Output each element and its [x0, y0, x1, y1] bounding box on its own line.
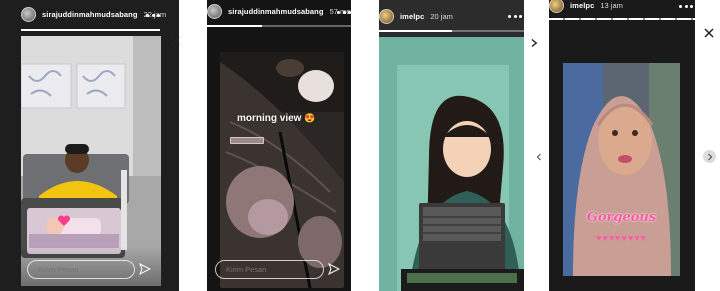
sticker-text: morning view: [237, 113, 302, 124]
story-photo: [220, 52, 344, 288]
story-media[interactable]: [379, 37, 524, 291]
more-options-icon[interactable]: [508, 10, 522, 22]
story-progress-bar: [207, 25, 351, 27]
more-options-icon[interactable]: [679, 0, 693, 12]
reply-input[interactable]: [27, 260, 135, 279]
chevron-right-icon[interactable]: [531, 38, 538, 48]
story-photo: [563, 63, 680, 276]
story-username[interactable]: sirajuddinmahmudsabang: [42, 10, 138, 19]
story-timestamp: 13 jam: [600, 1, 623, 10]
more-options-icon[interactable]: [337, 6, 351, 18]
story-sticker-text: Gorgeous: [563, 210, 680, 225]
story-media[interactable]: [21, 36, 161, 286]
send-icon[interactable]: [139, 263, 151, 275]
emoji-sticker: 😍: [304, 113, 316, 123]
avatar[interactable]: [207, 4, 222, 19]
story-media[interactable]: Gorgeous ♥♥♥♥♥♥♥♥: [563, 63, 680, 276]
story-card-3[interactable]: imelpc 20 jam: [379, 0, 524, 291]
close-icon[interactable]: [169, 35, 181, 47]
chevron-left-icon[interactable]: [532, 150, 545, 163]
story-timestamp: 20 jam: [430, 12, 453, 21]
avatar[interactable]: [549, 0, 564, 13]
story-photo: [379, 37, 524, 291]
reply-input[interactable]: [215, 260, 324, 279]
avatar[interactable]: [379, 9, 394, 24]
story-sticker-text: morning view 😍: [237, 113, 315, 124]
hearts-text: ♥♥♥♥♥♥♥♥: [596, 233, 647, 243]
location-sticker: [230, 137, 264, 144]
story-header: imelpc 13 jam: [549, 0, 695, 13]
story-media[interactable]: morning view 😍: [220, 52, 344, 288]
chevron-right-icon[interactable]: [703, 150, 716, 163]
story-card-2[interactable]: sirajuddinmahmudsabang 57 menit morning …: [207, 0, 351, 291]
story-username[interactable]: sirajuddinmahmudsabang: [228, 7, 324, 16]
story-header: sirajuddinmahmudsabang 57 menit: [207, 4, 351, 19]
send-icon[interactable]: [328, 263, 340, 275]
story-progress-bar: [379, 30, 524, 32]
story-header: imelpc 20 jam: [379, 9, 524, 24]
story-progress-bar: [549, 18, 695, 20]
story-progress-bar: [21, 29, 160, 31]
hearts-sticker: ♥♥♥♥♥♥♥♥: [563, 233, 680, 243]
close-icon[interactable]: [703, 27, 715, 39]
story-card-1[interactable]: sirajuddinmahmudsabang 22 jam: [0, 0, 179, 291]
avatar[interactable]: [21, 7, 36, 22]
story-username[interactable]: imelpc: [400, 12, 424, 21]
story-card-4[interactable]: imelpc 13 jam Gorgeous ♥♥♥♥♥♥♥♥: [549, 0, 695, 291]
story-username[interactable]: imelpc: [570, 1, 594, 10]
sticker-text: Gorgeous: [586, 210, 657, 225]
more-options-icon[interactable]: [146, 9, 160, 21]
heart-sticker: [57, 215, 71, 226]
